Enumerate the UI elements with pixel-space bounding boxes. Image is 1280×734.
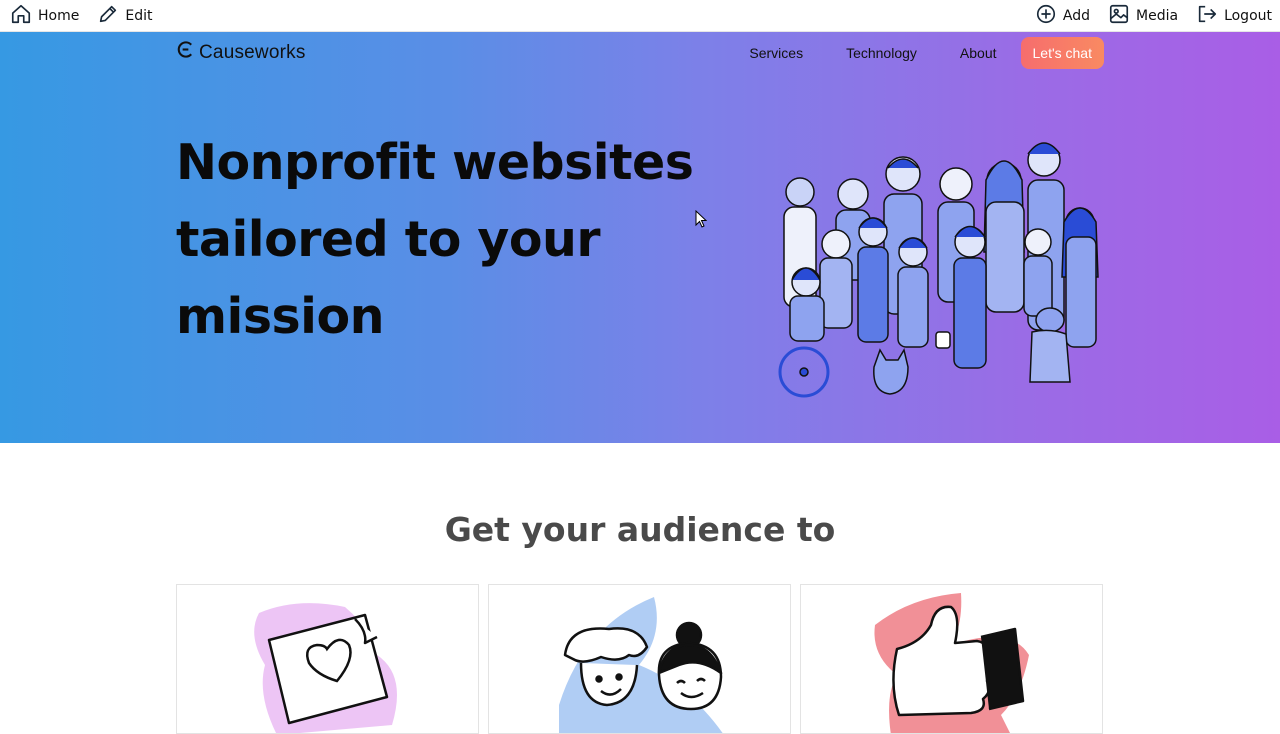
lets-chat-button[interactable]: Let's chat: [1020, 36, 1104, 69]
logout-button[interactable]: Logout: [1196, 0, 1272, 32]
nav-links: Services Technology About Let's chat: [749, 36, 1104, 69]
hero-title: Nonprofit websites tailored to your miss…: [176, 124, 736, 355]
bag-figure: [935, 331, 951, 349]
admin-toolbar-left: Home Edit: [0, 0, 160, 32]
person-figure: [897, 237, 929, 348]
add-label: Add: [1062, 7, 1090, 24]
main-nav: Causeworks Services Technology About Let…: [176, 32, 1104, 73]
logout-icon: [1196, 3, 1218, 29]
edit-label: Edit: [125, 7, 153, 24]
hero-title-line-1: Nonprofit websites: [176, 134, 694, 191]
mouse-cursor-icon: [695, 209, 708, 228]
hero-section: Causeworks Services Technology About Let…: [0, 32, 1280, 443]
admin-toolbar: Home Edit Add Media Logout: [0, 0, 1280, 32]
logout-label: Logout: [1224, 7, 1272, 24]
image-icon: [1108, 3, 1130, 29]
hero-title-line-2: tailored to your: [176, 211, 601, 268]
home-button[interactable]: Home: [10, 0, 79, 32]
dog-figure: [1029, 307, 1071, 383]
person-figure: [953, 225, 987, 369]
pencil-icon: [97, 3, 119, 29]
nav-link-technology[interactable]: Technology: [846, 45, 917, 61]
brand-name: Causeworks: [199, 41, 306, 63]
heart-envelope-icon: [254, 603, 397, 733]
audience-card-3: [800, 584, 1103, 734]
home-icon: [10, 3, 32, 29]
nav-link-about[interactable]: About: [960, 45, 997, 61]
person-figure: [1023, 228, 1053, 317]
person-figure: [819, 229, 853, 329]
hero-title-line-3: mission: [176, 288, 385, 345]
brand-logo[interactable]: Causeworks: [176, 40, 306, 65]
plus-circle-icon: [1035, 3, 1057, 29]
person-figure: [983, 160, 1025, 313]
audience-card-1: [176, 584, 479, 734]
cat-figure: [873, 348, 909, 395]
admin-toolbar-right: Add Media Logout: [1017, 0, 1280, 32]
audience-card-2: [488, 584, 791, 734]
causeworks-logo-icon: [176, 40, 195, 65]
nav-link-services[interactable]: Services: [749, 45, 803, 61]
home-label: Home: [38, 7, 80, 24]
add-button[interactable]: Add: [1035, 0, 1090, 32]
person-figure: [857, 217, 889, 343]
thumbs-up-icon: [874, 593, 1029, 733]
section-title: Get your audience to: [444, 510, 836, 549]
person-figure: [1061, 207, 1099, 348]
two-people-faces-icon: [559, 597, 723, 733]
edit-button[interactable]: Edit: [97, 0, 152, 32]
media-button[interactable]: Media: [1108, 0, 1178, 32]
media-label: Media: [1136, 7, 1179, 24]
community-people-illustration: [748, 102, 1108, 402]
